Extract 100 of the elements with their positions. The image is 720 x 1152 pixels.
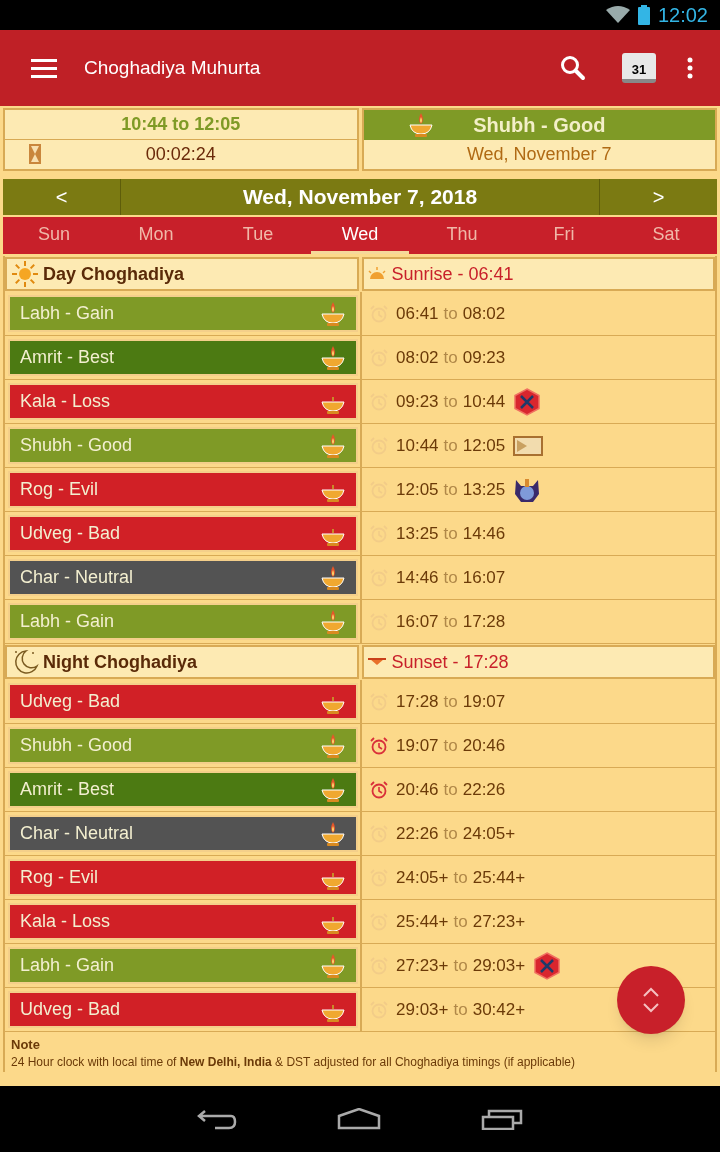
choghadiya-bar[interactable]: Udveg - Bad	[8, 683, 358, 720]
choghadiya-name: Udveg - Bad	[20, 522, 121, 545]
end-time: 09:23	[462, 346, 506, 369]
day-tab[interactable]: Mon	[107, 217, 205, 254]
start-time: 20:46	[396, 778, 439, 801]
current-date: Wed, November 7	[465, 143, 613, 166]
choghadiya-bar[interactable]: Udveg - Bad	[8, 991, 358, 1028]
end-time: 25:44+	[472, 866, 526, 889]
choghadiya-bar[interactable]: Labh - Gain	[8, 947, 358, 984]
sunrise-icon	[367, 267, 386, 281]
choghadiya-bar[interactable]: Shubh - Good	[8, 427, 358, 464]
lamp-icon	[407, 112, 434, 138]
choghadiya-bar[interactable]: Char - Neutral	[8, 559, 358, 596]
day-tab[interactable]: Fri	[515, 217, 613, 254]
recent-apps-icon	[481, 1108, 523, 1130]
battery-icon	[637, 5, 650, 25]
hourglass-icon	[29, 144, 41, 164]
end-time: 22:26	[462, 778, 506, 801]
start-time: 10:44	[396, 434, 439, 457]
to-label: to	[453, 866, 468, 889]
choghadiya-name: Labh - Gain	[20, 954, 115, 977]
back-button[interactable]	[197, 1108, 237, 1130]
start-time: 27:23+	[396, 954, 449, 977]
choghadiya-name: Amrit - Best	[20, 346, 114, 369]
start-time: 14:46	[396, 566, 439, 589]
current-range: 10:44 to 12:05	[5, 110, 357, 140]
choghadiya-name: Udveg - Bad	[20, 690, 121, 713]
previous-day-button[interactable]: <	[3, 179, 121, 215]
section-title: Night Choghadiya	[43, 650, 197, 674]
start-time: 25:44+	[396, 910, 449, 933]
start-time: 16:07	[396, 610, 439, 633]
search-button[interactable]	[558, 53, 588, 83]
choghadiya-name: Rog - Evil	[20, 866, 99, 889]
choghadiya-bar[interactable]: Amrit - Best	[8, 771, 358, 808]
choghadiya-name: Shubh - Good	[20, 434, 133, 457]
choghadiya-name: Udveg - Bad	[20, 998, 121, 1021]
choghadiya-name: Rog - Evil	[20, 478, 99, 501]
to-label: to	[443, 434, 458, 457]
start-time: 09:23	[396, 390, 439, 413]
day-tab[interactable]: Sun	[5, 217, 103, 254]
day-tab[interactable]: Wed	[311, 217, 409, 254]
choghadiya-name: Labh - Gain	[20, 610, 115, 633]
expand-collapse-button[interactable]	[617, 966, 685, 1034]
note-title: Note	[11, 1036, 41, 1054]
choghadiya-name: Shubh - Good	[20, 734, 133, 757]
home-button[interactable]	[337, 1108, 381, 1130]
start-time: 19:07	[396, 734, 439, 757]
to-label: to	[443, 690, 458, 713]
end-time: 16:07	[462, 566, 506, 589]
start-time: 24:05+	[396, 866, 449, 889]
to-label: to	[443, 734, 458, 757]
choghadiya-name: Amrit - Best	[20, 778, 114, 801]
start-time: 12:05	[396, 478, 439, 501]
next-day-button[interactable]: >	[599, 179, 717, 215]
end-time: 27:23+	[472, 910, 526, 933]
wifi-icon	[605, 6, 630, 24]
end-time: 12:05	[462, 434, 506, 457]
calendar-button[interactable]: 31	[622, 53, 656, 83]
day-tab[interactable]: Thu	[413, 217, 511, 254]
choghadiya-bar[interactable]: Rog - Evil	[8, 859, 358, 896]
choghadiya-bar[interactable]: Labh - Gain	[8, 603, 358, 640]
to-label: to	[453, 954, 468, 977]
choghadiya-bar[interactable]: Amrit - Best	[8, 339, 358, 376]
start-time: 29:03+	[396, 998, 449, 1021]
choghadiya-name: Kala - Loss	[20, 390, 111, 413]
to-label: to	[453, 998, 468, 1021]
choghadiya-bar[interactable]: Udveg - Bad	[8, 515, 358, 552]
menu-icon	[31, 58, 57, 78]
choghadiya-bar[interactable]: Shubh - Good	[8, 727, 358, 764]
choghadiya-bar[interactable]: Kala - Loss	[8, 383, 358, 420]
day-tab[interactable]: Tue	[209, 217, 307, 254]
countdown: 00:02:24	[145, 143, 216, 166]
start-time: 06:41	[396, 302, 439, 325]
end-time: 08:02	[462, 302, 506, 325]
to-label: to	[443, 302, 458, 325]
section-title: Day Choghadiya	[43, 262, 185, 286]
start-time: 13:25	[396, 522, 439, 545]
search-icon	[560, 55, 586, 81]
choghadiya-bar[interactable]: Labh - Gain	[8, 295, 358, 332]
choghadiya-bar[interactable]: Rog - Evil	[8, 471, 358, 508]
recent-apps-button[interactable]	[481, 1108, 523, 1130]
end-time: 30:42+	[472, 998, 526, 1021]
home-icon	[337, 1108, 381, 1130]
choghadiya-bar[interactable]: Kala - Loss	[8, 903, 358, 940]
end-time: 20:46	[462, 734, 506, 757]
start-time: 17:28	[396, 690, 439, 713]
choghadiya-bar[interactable]: Char - Neutral	[8, 815, 358, 852]
choghadiya-name: Labh - Gain	[20, 302, 115, 325]
choghadiya-name: Char - Neutral	[20, 822, 134, 845]
status-time: 12:02	[657, 3, 708, 28]
end-time: 17:28	[462, 610, 506, 633]
to-label: to	[443, 522, 458, 545]
end-time: 10:44	[462, 390, 506, 413]
to-label: to	[443, 778, 458, 801]
back-icon	[197, 1108, 237, 1130]
day-tab[interactable]: Sat	[617, 217, 715, 254]
sun-icon	[11, 260, 39, 288]
to-label: to	[443, 566, 458, 589]
start-time: 22:26	[396, 822, 439, 845]
app-title: Choghadiya Muhurta	[84, 55, 262, 80]
